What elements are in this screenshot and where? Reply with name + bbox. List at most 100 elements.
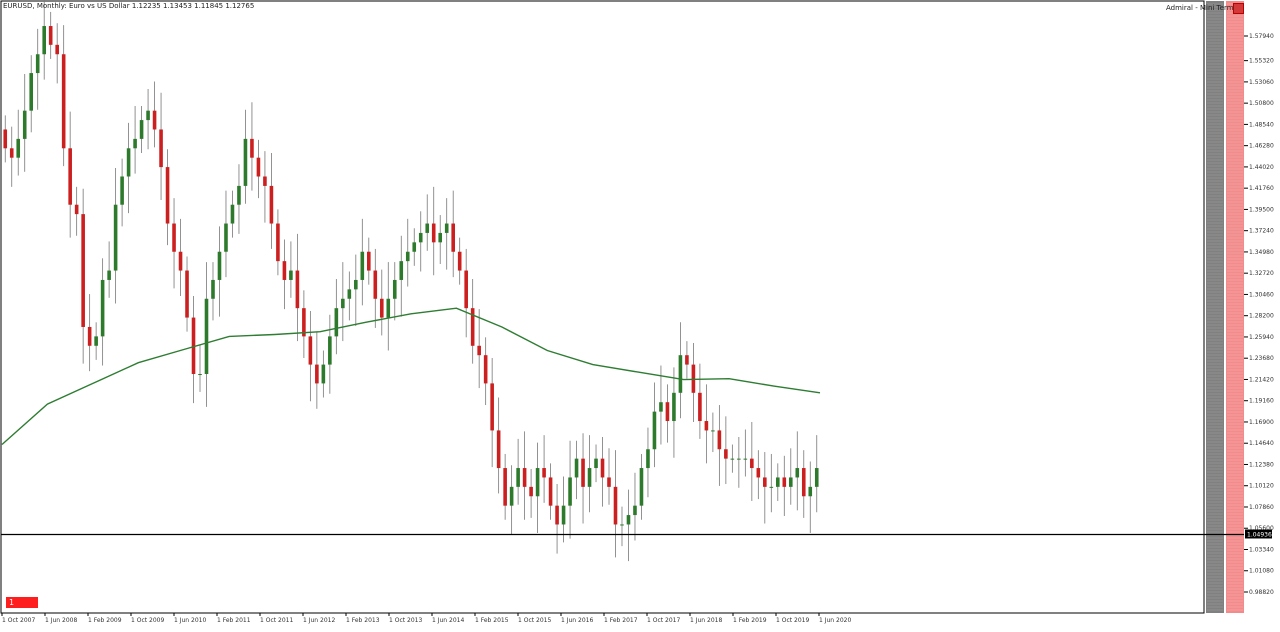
symbol-label: EURUSD, Monthly:	[3, 2, 67, 10]
bull-candle	[22, 110, 27, 139]
price-axis-label: 1.37240	[1249, 228, 1274, 235]
bull-candle	[217, 251, 222, 280]
price-axis-label: 1.10120	[1249, 483, 1274, 490]
current-price-label: 1.04936	[1247, 531, 1272, 538]
bull-candle	[120, 176, 124, 205]
bull-candle	[795, 468, 800, 478]
bear-candle	[457, 251, 462, 271]
bear-candle	[276, 223, 280, 262]
bear-candle	[308, 336, 313, 365]
bull-candle	[237, 185, 241, 205]
close-icon[interactable]	[1233, 3, 1244, 14]
bear-candle	[282, 261, 287, 280]
bear-candle	[483, 355, 488, 384]
bull-candle	[354, 279, 358, 290]
bull-candle	[243, 138, 248, 186]
bull-candle	[139, 120, 144, 139]
time-axis-label: 1 Feb 2015	[475, 617, 509, 624]
bear-candle	[87, 326, 92, 346]
time-axis-label: 1 Jun 2016	[561, 617, 593, 624]
price-axis-label: 1.28200	[1249, 313, 1274, 320]
price-axis-label: 1.23680	[1249, 355, 1274, 362]
bear-candle	[61, 54, 66, 149]
price-axis-label: 1.03340	[1249, 546, 1274, 553]
price-axis-label: 1.12380	[1249, 461, 1274, 468]
bear-candle	[665, 402, 670, 422]
bear-candle	[431, 223, 436, 243]
bear-candle	[263, 176, 267, 186]
bull-candle	[386, 298, 391, 318]
bear-candle	[503, 468, 507, 506]
bull-candle	[587, 468, 592, 487]
bear-candle	[685, 355, 689, 365]
bear-candle	[3, 129, 8, 149]
bull-candle	[516, 468, 520, 487]
bull-candle	[341, 298, 345, 309]
price-axis-label: 1.48540	[1249, 121, 1274, 128]
bear-candle	[613, 486, 618, 525]
bull-candle	[230, 204, 235, 224]
bear-candle	[68, 148, 72, 205]
price-axis-label: 1.25940	[1249, 334, 1274, 341]
bear-candle	[451, 223, 455, 252]
bull-candle	[444, 223, 449, 233]
bear-candle	[717, 430, 722, 450]
bull-candle	[133, 138, 137, 149]
bear-candle	[295, 270, 300, 309]
bull-candle	[392, 279, 397, 299]
price-axis-label: 1.21420	[1249, 376, 1274, 383]
bull-candle	[412, 242, 417, 252]
bear-candle	[55, 44, 59, 55]
bear-candle	[581, 458, 585, 487]
price-axis-label: 1.07860	[1249, 504, 1274, 511]
price-axis-label: 1.46280	[1249, 143, 1274, 150]
bull-candle	[29, 73, 34, 111]
bull-candle	[509, 486, 514, 506]
bull-candle	[561, 505, 566, 525]
alert-badge[interactable]: 1	[6, 597, 38, 608]
time-axis-label: 1 Oct 2009	[131, 617, 164, 624]
bear-candle	[607, 477, 611, 487]
time-axis-label: 1 Feb 2011	[217, 617, 251, 624]
time-axis-label: 1 Jun 2018	[690, 617, 722, 624]
bear-candle	[490, 383, 494, 431]
symbol-description: Euro vs US Dollar	[68, 2, 130, 10]
price-axis-label: 1.32720	[1249, 270, 1274, 277]
bear-candle	[698, 392, 702, 422]
bull-candle	[107, 270, 111, 280]
bear-candle	[464, 270, 468, 309]
bull-candle	[808, 486, 813, 497]
bull-candle	[425, 223, 430, 233]
time-axis-label: 1 Jun 2014	[432, 617, 464, 624]
bull-candle	[146, 110, 150, 121]
price-axis-label: 1.57940	[1249, 33, 1274, 40]
chart-frame[interactable]: 1.57940 1.55320 1.53060 1.50800 1.48540 1.462…	[0, 0, 1280, 628]
bull-candle	[626, 515, 631, 525]
price-axis-label: 1.53060	[1249, 79, 1274, 86]
bull-candle	[42, 26, 46, 55]
bull-candle	[35, 54, 40, 74]
bear-candle	[763, 477, 767, 487]
chart-header: EURUSD, Monthly: Euro vs US Dollar 1.122…	[3, 2, 254, 10]
bull-candle	[594, 458, 598, 469]
bull-candle	[659, 402, 663, 412]
bull-candle	[652, 411, 657, 450]
bear-candle	[756, 468, 761, 478]
price-axis-label: 1.50800	[1249, 100, 1274, 107]
bear-candle	[542, 468, 546, 478]
time-axis-label: 1 Oct 2013	[389, 617, 422, 624]
price-axis-label: 1.14640	[1249, 440, 1274, 447]
price-chart[interactable]: 1.57940 1.55320 1.53060 1.50800 1.48540 1.462…	[0, 0, 1280, 628]
bull-candle	[360, 251, 365, 280]
bull-candle	[788, 477, 793, 487]
bull-candle	[737, 458, 741, 460]
bull-candle	[321, 364, 326, 384]
bull-candle	[574, 458, 579, 478]
bull-candle	[113, 204, 118, 271]
price-axis-label: 1.55320	[1249, 58, 1274, 65]
bull-candle	[418, 232, 423, 243]
bear-candle	[165, 167, 170, 224]
bear-candle	[555, 505, 559, 525]
bull-candle	[568, 477, 572, 506]
bear-candle	[801, 468, 806, 497]
